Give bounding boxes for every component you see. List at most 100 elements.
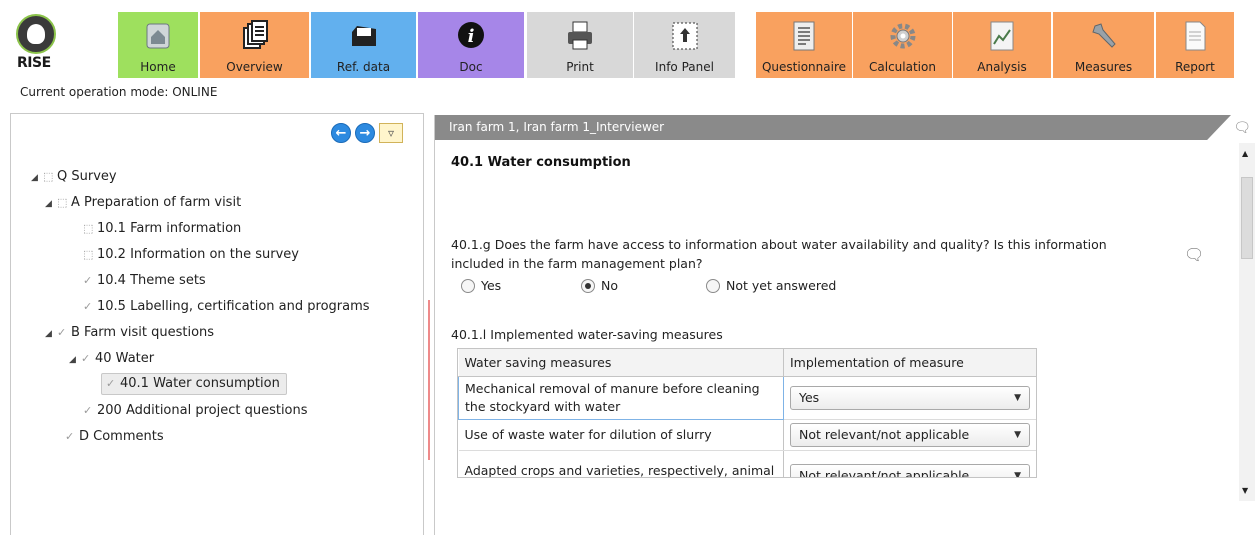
- column-header: Implementation of measure: [783, 349, 1036, 377]
- expand-icon[interactable]: ◢: [31, 167, 43, 189]
- tree-node-label: 200 Additional project questions: [97, 403, 308, 418]
- wrench-icon: [1091, 23, 1116, 48]
- filter-icon[interactable]: ▿: [379, 123, 403, 143]
- open-status-icon: ⬚: [83, 248, 94, 261]
- tree-node-d[interactable]: ✓ D Comments: [65, 426, 164, 448]
- calculation-label: Calculation: [869, 60, 936, 74]
- printer-icon: [568, 21, 592, 50]
- section-title: 40.1 Water consumption: [451, 155, 631, 170]
- scroll-down-icon[interactable]: ▼: [1242, 486, 1248, 495]
- overview-button[interactable]: Overview: [200, 12, 309, 78]
- tree-nav-buttons: ← → ▿: [331, 123, 403, 143]
- table-title: 40.1.l Implemented water-saving measures: [451, 327, 723, 342]
- implementation-cell: Yes ▼: [783, 376, 1036, 420]
- rise-logo: RISE: [14, 12, 58, 74]
- tree-node-label: B Farm visit questions: [71, 325, 215, 340]
- check-icon: ✓: [106, 377, 116, 390]
- calculation-button[interactable]: Calculation: [853, 12, 952, 78]
- tree-node-10-2[interactable]: ⬚ 10.2 Information on the survey: [83, 244, 299, 266]
- open-status-icon: ⬚: [83, 222, 94, 235]
- svg-text:i: i: [468, 26, 475, 47]
- column-header: Water saving measures: [458, 349, 784, 377]
- tree-node-10-5[interactable]: ✓ 10.5 Labelling, certification and progr…: [83, 296, 370, 318]
- report-label: Report: [1175, 60, 1215, 74]
- questionnaire-button[interactable]: Questionnaire: [756, 12, 852, 78]
- questionnaire-icon: [793, 21, 815, 51]
- scroll-thumb[interactable]: [1241, 177, 1253, 259]
- forward-arrow-icon[interactable]: →: [355, 123, 375, 143]
- doc-label: Doc: [459, 60, 483, 74]
- measure-cell[interactable]: Use of waste water for dilution of slurr…: [458, 419, 784, 451]
- implementation-select[interactable]: Not relevant/not applicable ▼: [790, 422, 1030, 447]
- analysis-label: Analysis: [977, 60, 1027, 74]
- panel-splitter[interactable]: [428, 300, 430, 460]
- option-label: Not yet answered: [726, 278, 837, 293]
- tree-node-label: 10.5 Labelling, certification and progra…: [97, 299, 370, 314]
- tree-node-label: 40 Water: [95, 351, 155, 366]
- expand-icon[interactable]: ◢: [69, 349, 81, 371]
- question-text: 40.1.g Does the farm have access to info…: [451, 237, 1107, 271]
- measures-button[interactable]: Measures: [1053, 12, 1154, 78]
- tree-node-label: 10.1 Farm information: [97, 221, 242, 236]
- implementation-select[interactable]: Not relevant/not applicable ▼: [790, 463, 1030, 478]
- tree-node-10-1[interactable]: ⬚ 10.1 Farm information: [83, 218, 241, 240]
- report-button[interactable]: Report: [1156, 12, 1234, 78]
- select-value: Not relevant/not applicable: [799, 426, 970, 442]
- home-button[interactable]: Home: [118, 12, 198, 78]
- survey-tree-panel: ← → ▿ ◢ ⬚ Q Survey ◢ ⬚ A Preparation of farm…: [10, 113, 430, 535]
- tree-node-40[interactable]: ◢ ✓ 40 Water: [69, 348, 154, 370]
- tree-node-40-1[interactable]: ✓ 40.1 Water consumption: [101, 373, 287, 395]
- overview-label: Overview: [226, 60, 283, 74]
- info-panel-label: Info Panel: [655, 60, 714, 74]
- question-comment-icon[interactable]: 🗨: [1184, 245, 1204, 264]
- option-yes[interactable]: Yes: [461, 278, 581, 293]
- doc-button[interactable]: i Doc: [418, 12, 524, 78]
- option-no[interactable]: No: [581, 278, 706, 293]
- ref-data-button[interactable]: Ref. data: [311, 12, 416, 78]
- dropdown-icon: ▼: [1014, 470, 1021, 478]
- tree-node-10-4[interactable]: ✓ 10.4 Theme sets: [83, 270, 206, 292]
- implementation-select[interactable]: Yes ▼: [790, 385, 1030, 410]
- tree-node-q-survey[interactable]: ◢ ⬚ Q Survey: [31, 166, 117, 188]
- main-toolbar: RISE Home Overview Ref. data i Doc Print…: [0, 12, 1259, 78]
- radio-icon[interactable]: [706, 278, 720, 293]
- radio-icon[interactable]: [461, 278, 475, 293]
- report-icon: [1185, 21, 1206, 51]
- print-button[interactable]: Print: [527, 12, 633, 78]
- comment-icon[interactable]: 🗨: [1233, 120, 1251, 136]
- home-icon: [146, 23, 170, 49]
- option-not-answered[interactable]: Not yet answered: [706, 278, 836, 293]
- analysis-button[interactable]: Analysis: [953, 12, 1051, 78]
- tree-node-200[interactable]: ✓ 200 Additional project questions: [83, 400, 308, 422]
- open-status-icon: ⬚: [43, 170, 54, 183]
- expand-icon[interactable]: ◢: [45, 193, 57, 215]
- check-icon: ✓: [83, 274, 93, 287]
- check-icon: ✓: [81, 352, 91, 365]
- tree-node-label: 40.1 Water consumption: [120, 376, 280, 391]
- folder-icon: [351, 26, 376, 46]
- tree-node-label: Q Survey: [57, 169, 117, 184]
- expand-icon[interactable]: ◢: [45, 323, 57, 345]
- info-panel-button[interactable]: Info Panel: [634, 12, 735, 78]
- chart-icon: [990, 21, 1014, 51]
- tree-node-label: D Comments: [79, 429, 164, 444]
- ref-data-label: Ref. data: [336, 60, 391, 74]
- questionnaire-label: Questionnaire: [761, 60, 847, 74]
- vertical-scrollbar[interactable]: ▲ ▼: [1239, 143, 1255, 501]
- back-arrow-icon[interactable]: ←: [331, 123, 351, 143]
- measure-cell[interactable]: Mechanical removal of manure before clea…: [458, 375, 784, 420]
- tree-node-b[interactable]: ◢ ✓ B Farm visit questions: [45, 322, 214, 344]
- info-icon: i: [458, 22, 484, 48]
- water-saving-table: Water saving measures Implementation of …: [457, 348, 1037, 478]
- check-icon: ✓: [83, 404, 93, 417]
- radio-checked-icon[interactable]: [581, 278, 595, 293]
- operation-mode-text: Current operation mode: ONLINE: [20, 85, 218, 99]
- farm-header: Iran farm 1, Iran farm 1_Interviewer: [435, 115, 1231, 140]
- answer-options: Yes No Not yet answered: [461, 278, 836, 293]
- select-value: Not relevant/not applicable: [799, 467, 970, 478]
- tree-node-a[interactable]: ◢ ⬚ A Preparation of farm visit: [45, 192, 241, 214]
- measures-label: Measures: [1074, 60, 1133, 74]
- implementation-cell: Not relevant/not applicable ▼: [783, 419, 1036, 451]
- scroll-up-icon[interactable]: ▲: [1242, 149, 1248, 158]
- measure-cell[interactable]: Adapted crops and varieties, respectivel…: [458, 450, 784, 477]
